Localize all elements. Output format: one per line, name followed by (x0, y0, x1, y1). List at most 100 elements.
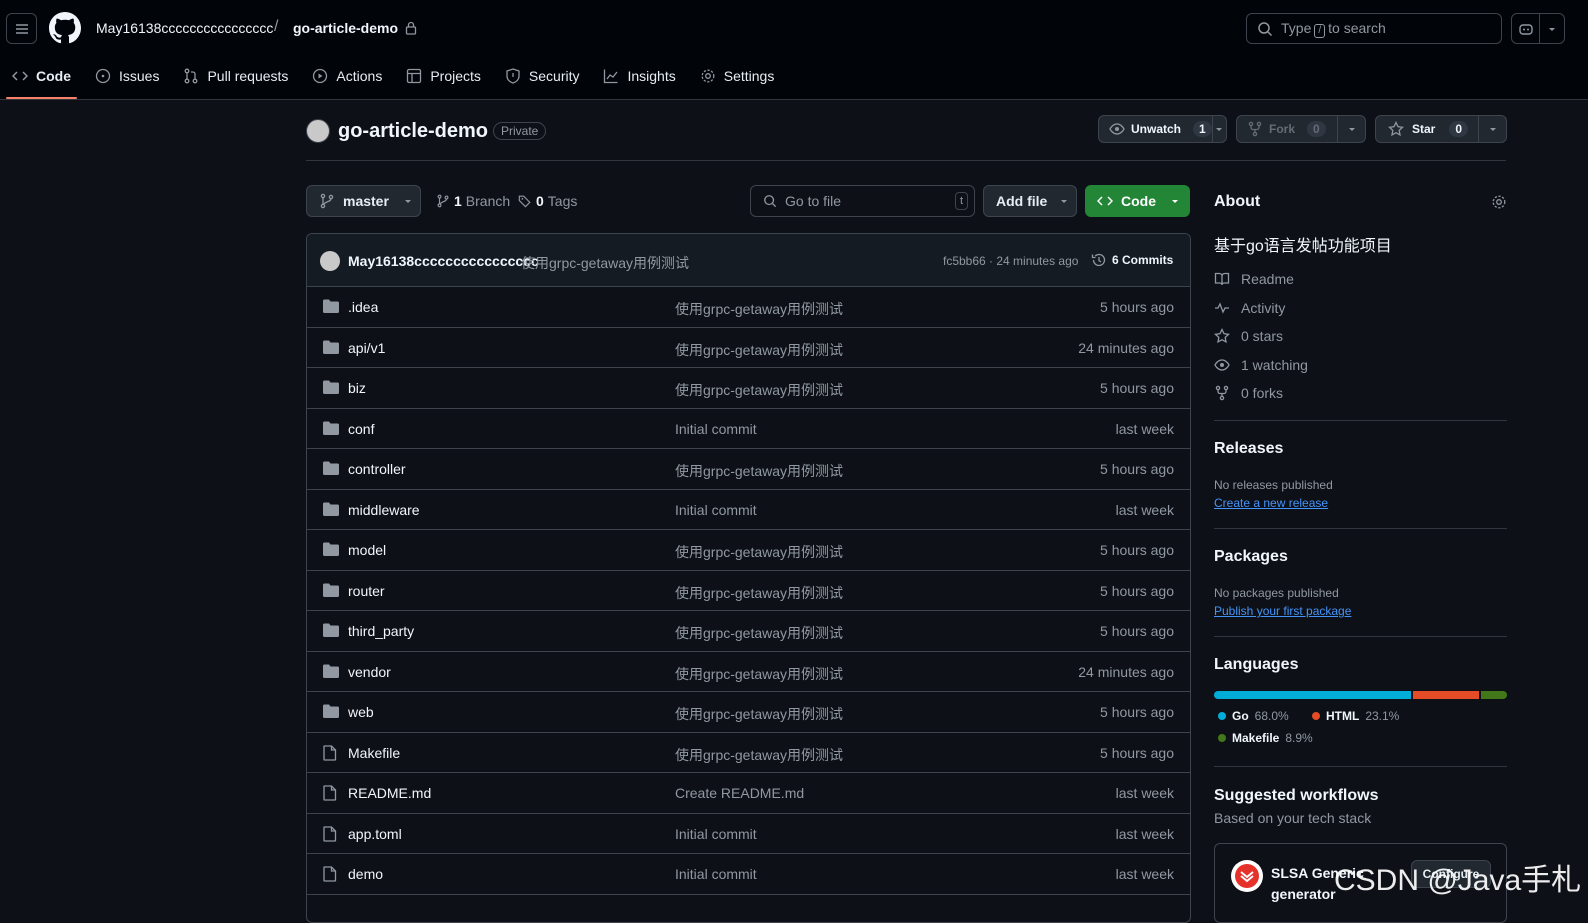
file-name[interactable]: middleware (348, 502, 420, 518)
file-commit-message[interactable]: 使用grpc-getaway用例测试 (675, 745, 843, 765)
file-commit-message[interactable]: 使用grpc-getaway用例测试 (675, 623, 843, 643)
repo-title[interactable]: go-article-demo (338, 120, 488, 143)
tab-settings[interactable]: Settings (688, 60, 787, 92)
packages-title[interactable]: Packages (1214, 548, 1288, 566)
code-button-label: Code (1121, 193, 1156, 209)
copilot-icon[interactable] (1512, 21, 1539, 37)
file-name[interactable]: demo (348, 866, 383, 882)
file-name[interactable]: biz (348, 380, 366, 396)
file-name[interactable]: .idea (348, 299, 378, 315)
file-commit-message[interactable]: Initial commit (675, 421, 757, 437)
tag-count-link[interactable]: 0 Tags (518, 193, 577, 209)
gear-icon[interactable] (1491, 194, 1507, 210)
chevron-down-icon[interactable] (1211, 116, 1226, 142)
branch-count: 1 (454, 193, 462, 209)
breadcrumb-owner[interactable]: May16138cccccccccccccccc (96, 20, 273, 36)
tab-security[interactable]: Security (493, 60, 592, 92)
file-name[interactable]: Makefile (348, 745, 400, 761)
commit-message[interactable]: 使用grpc-getaway用例测试 (521, 253, 689, 273)
file-name[interactable]: api/v1 (348, 340, 385, 356)
file-commit-message[interactable]: Initial commit (675, 502, 757, 518)
releases-title[interactable]: Releases (1214, 440, 1283, 458)
tab-insights-label: Insights (627, 68, 676, 84)
file-name[interactable]: README.md (348, 785, 431, 801)
file-commit-message[interactable]: 使用grpc-getaway用例测试 (675, 664, 843, 684)
tab-projects[interactable]: Projects (394, 60, 493, 92)
file-name[interactable]: controller (348, 461, 406, 477)
code-button[interactable]: Code (1085, 185, 1190, 217)
file-name[interactable]: vendor (348, 664, 391, 680)
file-name[interactable]: router (348, 583, 385, 599)
table-row[interactable]: demo Initial commit last week (307, 854, 1190, 895)
chevron-down-icon[interactable] (1337, 116, 1365, 142)
search-prefix: Type (1281, 19, 1312, 36)
forks-link[interactable]: 0 forks (1214, 385, 1283, 401)
table-row[interactable]: conf Initial commit last week (307, 409, 1190, 449)
commits-link[interactable]: 6 Commits (1091, 252, 1173, 268)
commit-author-avatar[interactable] (320, 251, 340, 271)
language-go[interactable]: Go 68.0% (1218, 709, 1289, 723)
file-name[interactable]: app.toml (348, 826, 402, 842)
chevron-down-icon (1061, 200, 1068, 203)
table-row[interactable]: app.toml Initial commit last week (307, 814, 1190, 854)
publish-package-link[interactable]: Publish your first package (1214, 604, 1351, 618)
github-logo-icon[interactable] (49, 12, 81, 44)
readme-link[interactable]: Readme (1214, 271, 1294, 287)
tab-actions[interactable]: Actions (300, 60, 394, 92)
fork-button[interactable]: Fork 0 (1236, 115, 1366, 143)
tab-pull-requests-label: Pull requests (207, 68, 289, 84)
branch-selector[interactable]: master (306, 185, 421, 217)
file-commit-message[interactable]: 使用grpc-getaway用例测试 (675, 299, 843, 319)
tab-pull-requests[interactable]: Pull requests (171, 60, 300, 92)
add-file-button[interactable]: Add file (983, 185, 1077, 217)
table-row[interactable]: api/v1 使用grpc-getaway用例测试 24 minutes ago (307, 328, 1190, 368)
create-release-link[interactable]: Create a new release (1214, 496, 1328, 510)
stars-link[interactable]: 0 stars (1214, 328, 1283, 344)
breadcrumb-repo[interactable]: go-article-demo (293, 20, 398, 36)
owner-avatar[interactable] (306, 119, 330, 143)
file-commit-message[interactable]: 使用grpc-getaway用例测试 (675, 704, 843, 724)
table-row[interactable]: third_party 使用grpc-getaway用例测试 5 hours ago (307, 611, 1190, 652)
file-name[interactable]: third_party (348, 623, 414, 639)
watching-link[interactable]: 1 watching (1214, 357, 1308, 373)
file-commit-message[interactable]: Create README.md (675, 785, 804, 801)
branch-count-link[interactable]: 1 Branch (436, 193, 510, 209)
activity-link[interactable]: Activity (1214, 300, 1285, 316)
pulse-icon (1215, 302, 1229, 314)
table-row[interactable]: middleware Initial commit last week (307, 490, 1190, 530)
commit-author[interactable]: May16138cccccccccccccccc (348, 253, 539, 269)
file-name[interactable]: model (348, 542, 386, 558)
file-commit-message[interactable]: 使用grpc-getaway用例测试 (675, 461, 843, 481)
unwatch-button[interactable]: Unwatch 1 (1098, 115, 1227, 143)
file-commit-message[interactable]: Initial commit (675, 866, 757, 882)
tab-code[interactable]: Code (0, 60, 83, 99)
file-commit-message[interactable]: 使用grpc-getaway用例测试 (675, 542, 843, 562)
file-commit-message[interactable]: 使用grpc-getaway用例测试 (675, 380, 843, 400)
language-html[interactable]: HTML 23.1% (1312, 709, 1399, 723)
language-makefile[interactable]: Makefile 8.9% (1218, 731, 1313, 745)
go-to-file-input[interactable]: Go to file t (750, 185, 975, 217)
table-row[interactable]: router 使用grpc-getaway用例测试 5 hours ago (307, 571, 1190, 611)
file-name[interactable]: conf (348, 421, 374, 437)
table-row[interactable]: biz 使用grpc-getaway用例测试 5 hours ago (307, 368, 1190, 409)
tab-insights[interactable]: Insights (591, 60, 687, 92)
table-row[interactable]: model 使用grpc-getaway用例测试 5 hours ago (307, 530, 1190, 571)
copilot-button[interactable] (1511, 13, 1565, 44)
table-row[interactable]: web 使用grpc-getaway用例测试 5 hours ago (307, 692, 1190, 733)
table-row[interactable]: README.md Create README.md last week (307, 773, 1190, 814)
global-search[interactable]: Type / to search (1246, 13, 1502, 44)
table-row[interactable]: Makefile 使用grpc-getaway用例测试 5 hours ago (307, 733, 1190, 773)
file-commit-message[interactable]: Initial commit (675, 826, 757, 842)
file-commit-message[interactable]: 使用grpc-getaway用例测试 (675, 340, 843, 360)
table-row[interactable]: controller 使用grpc-getaway用例测试 5 hours ago (307, 449, 1190, 490)
commit-hash-time[interactable]: fc5bb66 · 24 minutes ago (943, 254, 1078, 268)
file-name[interactable]: web (348, 704, 374, 720)
file-commit-message[interactable]: 使用grpc-getaway用例测试 (675, 583, 843, 603)
menu-button[interactable] (6, 13, 37, 44)
tab-issues[interactable]: Issues (83, 60, 171, 92)
table-row[interactable]: vendor 使用grpc-getaway用例测试 24 minutes ago (307, 652, 1190, 692)
chevron-down-icon[interactable] (1478, 116, 1506, 142)
table-row[interactable]: .idea 使用grpc-getaway用例测试 5 hours ago (307, 287, 1190, 328)
chevron-down-icon[interactable] (1540, 24, 1564, 34)
star-button[interactable]: Star 0 (1375, 115, 1507, 143)
